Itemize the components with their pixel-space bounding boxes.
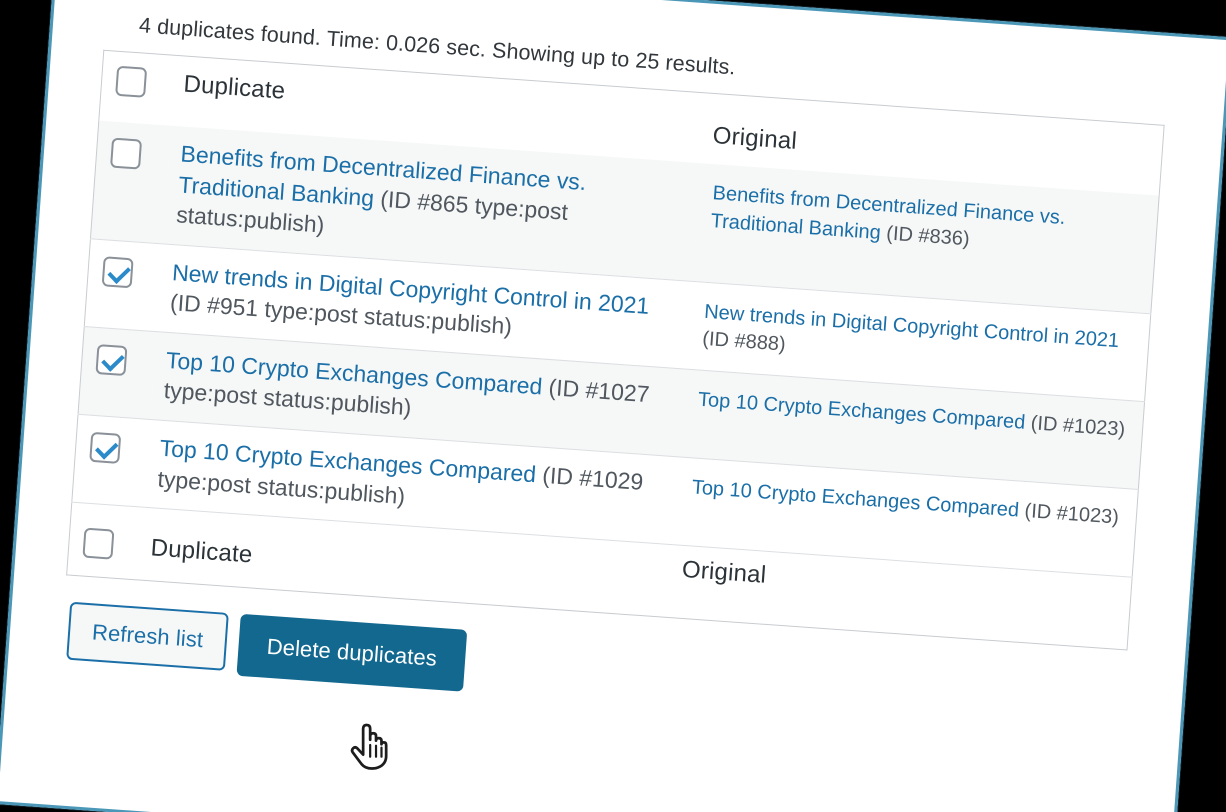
row-select-cell[interactable]: [72, 414, 150, 507]
select-all-header-cell[interactable]: [98, 50, 176, 126]
table-body: Benefits from Decentralized Finance vs. …: [71, 120, 1160, 578]
duplicates-table: Duplicate Original Benefits from Decentr…: [66, 49, 1165, 651]
select-all-footer-cell[interactable]: [66, 502, 144, 581]
select-all-checkbox-top[interactable]: [115, 65, 148, 98]
screen-background: 4 duplicates found. Time: 0.026 sec. Sho…: [0, 0, 1226, 812]
original-post-meta: (ID #888): [701, 328, 787, 356]
delete-duplicates-button[interactable]: Delete duplicates: [236, 614, 467, 692]
admin-page-card: 4 duplicates found. Time: 0.026 sec. Sho…: [0, 0, 1226, 812]
row-select-cell[interactable]: [84, 239, 162, 332]
original-post-link[interactable]: Top 10 Crypto Exchanges Compared: [691, 476, 1020, 521]
original-post-link[interactable]: Top 10 Crypto Exchanges Compared: [697, 389, 1026, 434]
refresh-list-button[interactable]: Refresh list: [66, 601, 230, 672]
original-post-meta: (ID #836): [885, 222, 971, 250]
original-post-meta: (ID #1023): [1023, 500, 1120, 529]
select-all-checkbox-bottom[interactable]: [82, 527, 115, 560]
row-checkbox[interactable]: [110, 137, 143, 170]
rotated-page-wrapper: 4 duplicates found. Time: 0.026 sec. Sho…: [0, 0, 1226, 812]
row-checkbox[interactable]: [95, 343, 128, 376]
row-checkbox[interactable]: [101, 255, 134, 289]
row-checkbox[interactable]: [89, 431, 122, 464]
row-select-cell[interactable]: [78, 326, 156, 419]
original-post-meta: (ID #1023): [1030, 412, 1126, 441]
row-select-cell[interactable]: [90, 121, 170, 244]
duplicate-finder-panel: 4 duplicates found. Time: 0.026 sec. Sho…: [60, 11, 1168, 739]
